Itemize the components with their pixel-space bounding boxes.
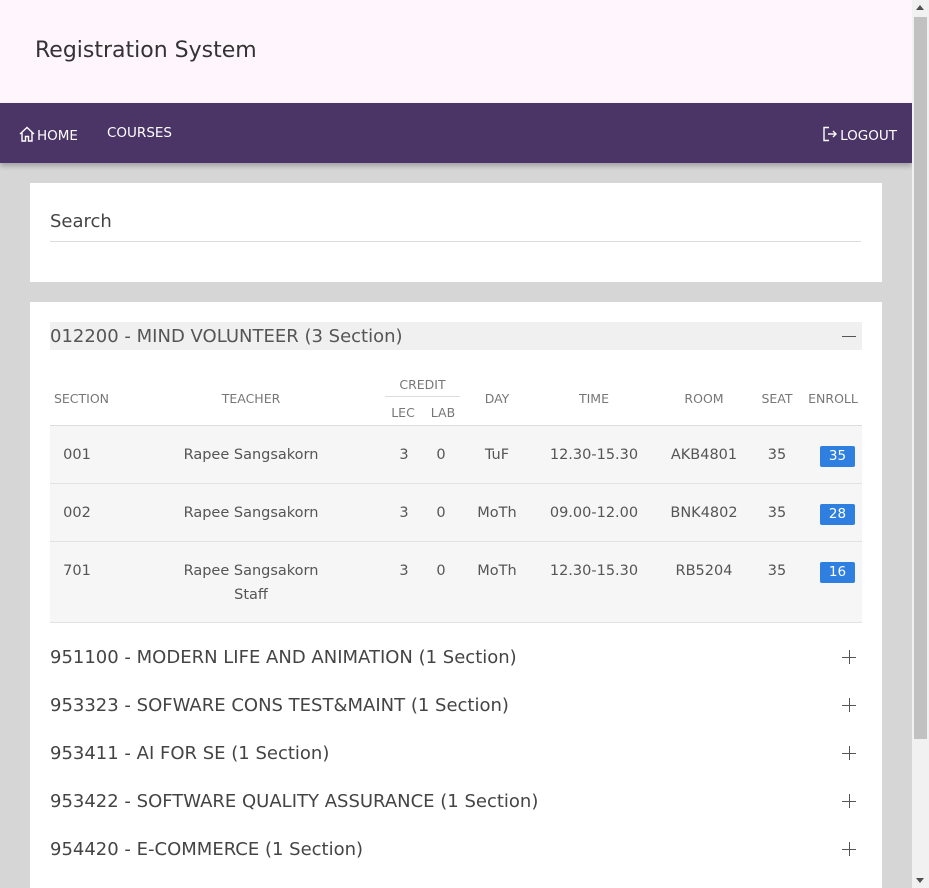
cell-teacher: Rapee Sangsakorn bbox=[183, 447, 319, 463]
cell-room: RB5204 bbox=[675, 563, 733, 579]
course-header-953323[interactable]: 953323 - SOFWARE CONS TEST&MAINT (1 Sect… bbox=[50, 690, 862, 720]
cell-lec: 3 bbox=[399, 563, 409, 579]
table-row: 002 Rapee Sangsakorn 3 0 MoTh 09.00-12.0… bbox=[50, 484, 862, 542]
cell-lab: 0 bbox=[436, 563, 446, 579]
nav-logout[interactable]: LOGOUT bbox=[821, 125, 897, 147]
expand-icon[interactable] bbox=[842, 746, 856, 760]
course-title: 953422 - SOFTWARE QUALITY ASSURANCE (1 S… bbox=[50, 790, 539, 812]
cell-seat: 35 bbox=[767, 447, 787, 463]
table-row: 701 Rapee Sangsakorn Staff 3 0 MoTh 12.3… bbox=[50, 542, 862, 623]
th-time: TIME bbox=[578, 391, 609, 406]
expand-icon[interactable] bbox=[842, 650, 856, 664]
th-credit: CREDIT bbox=[399, 377, 446, 392]
th-teacher: TEACHER bbox=[221, 391, 281, 406]
course-title: 012200 - MIND VOLUNTEER (3 Section) bbox=[50, 325, 403, 347]
th-lec: LEC bbox=[391, 405, 415, 420]
enroll-button[interactable]: 35 bbox=[820, 446, 855, 467]
nav-home-label: HOME bbox=[37, 128, 78, 144]
credit-divider bbox=[385, 396, 460, 397]
course-header-953411[interactable]: 953411 - AI FOR SE (1 Section) bbox=[50, 738, 862, 768]
vertical-scrollbar[interactable] bbox=[912, 0, 929, 888]
cell-time: 12.30-15.30 bbox=[549, 447, 639, 463]
th-day: DAY bbox=[484, 391, 510, 406]
course-header-012200[interactable]: 012200 - MIND VOLUNTEER (3 Section) bbox=[50, 322, 862, 350]
nav-courses[interactable]: COURSES bbox=[107, 125, 172, 141]
cell-lec: 3 bbox=[399, 505, 409, 521]
cell-teacher: Rapee Sangsakorn bbox=[183, 505, 319, 521]
scroll-thumb[interactable] bbox=[914, 17, 927, 739]
cell-seat: 35 bbox=[767, 563, 787, 579]
cell-day: MoTh bbox=[477, 563, 517, 579]
cell-section: 002 bbox=[63, 505, 91, 521]
course-header-951100[interactable]: 951100 - MODERN LIFE AND ANIMATION (1 Se… bbox=[50, 642, 862, 672]
cell-lec: 3 bbox=[399, 447, 409, 463]
search-input[interactable] bbox=[50, 201, 861, 242]
th-enroll: ENROLL bbox=[808, 391, 858, 406]
cell-section: 001 bbox=[63, 447, 91, 463]
navbar: HOME COURSES LOGOUT bbox=[0, 103, 912, 163]
cell-lab: 0 bbox=[436, 505, 446, 521]
expand-icon[interactable] bbox=[842, 794, 856, 808]
cell-time: 09.00-12.00 bbox=[549, 505, 639, 521]
nav-logout-label: LOGOUT bbox=[840, 128, 897, 144]
cell-lab: 0 bbox=[436, 447, 446, 463]
nav-home[interactable]: HOME bbox=[18, 125, 78, 147]
cell-section: 701 bbox=[63, 563, 91, 579]
th-lab: LAB bbox=[430, 405, 456, 420]
course-title: 954420 - E-COMMERCE (1 Section) bbox=[50, 838, 364, 860]
cell-time: 12.30-15.30 bbox=[549, 563, 639, 579]
table-row: 001 Rapee Sangsakorn 3 0 TuF 12.30-15.30… bbox=[50, 426, 862, 484]
app-title: Registration System bbox=[35, 38, 257, 63]
nav-courses-label: COURSES bbox=[107, 125, 172, 141]
collapse-icon[interactable] bbox=[842, 329, 856, 343]
cell-teacher: Rapee Sangsakorn bbox=[183, 563, 319, 579]
cell-day: TuF bbox=[484, 447, 510, 463]
cell-day: MoTh bbox=[477, 505, 517, 521]
scroll-down-arrow-icon[interactable] bbox=[916, 878, 924, 883]
th-section: SECTION bbox=[53, 391, 110, 406]
course-list: 012200 - MIND VOLUNTEER (3 Section) SECT… bbox=[30, 302, 882, 888]
course-title: 951100 - MODERN LIFE AND ANIMATION (1 Se… bbox=[50, 646, 517, 668]
home-icon bbox=[18, 125, 37, 147]
logout-icon bbox=[821, 125, 840, 147]
cell-room: AKB4801 bbox=[670, 447, 738, 463]
expand-icon[interactable] bbox=[842, 698, 856, 712]
course-title: 953323 - SOFWARE CONS TEST&MAINT (1 Sect… bbox=[50, 694, 509, 716]
app-header: Registration System bbox=[0, 0, 912, 103]
course-header-953422[interactable]: 953422 - SOFTWARE QUALITY ASSURANCE (1 S… bbox=[50, 786, 862, 816]
cell-teacher-2: Staff bbox=[234, 587, 268, 603]
course-title: 953411 - AI FOR SE (1 Section) bbox=[50, 742, 330, 764]
th-seat: SEAT bbox=[761, 391, 793, 406]
th-room: ROOM bbox=[684, 391, 724, 406]
search-card bbox=[30, 183, 882, 282]
enroll-button[interactable]: 16 bbox=[820, 562, 855, 583]
cell-room: BNK4802 bbox=[670, 505, 738, 521]
expand-icon[interactable] bbox=[842, 842, 856, 856]
page: Registration System HOME COURSES LOGOUT … bbox=[0, 0, 912, 888]
course-header-954420[interactable]: 954420 - E-COMMERCE (1 Section) bbox=[50, 834, 862, 864]
scroll-up-arrow-icon[interactable] bbox=[916, 5, 924, 10]
enroll-button[interactable]: 28 bbox=[820, 504, 855, 525]
cell-seat: 35 bbox=[767, 505, 787, 521]
